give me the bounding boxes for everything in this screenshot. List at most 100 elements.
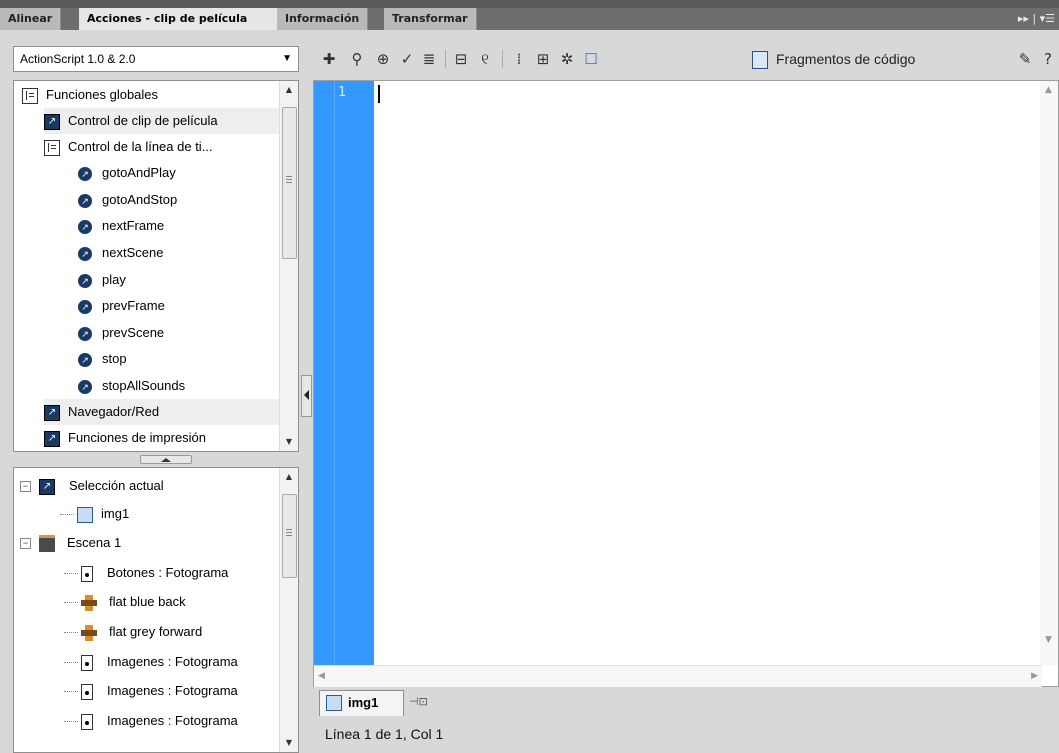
- scroll-thumb[interactable]: [282, 107, 297, 259]
- panel-menu-icon[interactable]: ▸▸ | ▾☰: [1018, 8, 1055, 30]
- check-syntax-icon[interactable]: ✓: [396, 48, 418, 70]
- tab-transformar[interactable]: Transformar: [384, 8, 477, 30]
- tab-bar-top-strip: [0, 0, 1059, 8]
- toolbox-item-gotoandplay[interactable]: ↗ gotoAndPlay: [78, 160, 176, 186]
- pane-splitter-handle[interactable]: [140, 455, 192, 464]
- collapse-between-braces-icon[interactable]: ⁞: [508, 48, 530, 70]
- gutter-edge: [334, 81, 335, 665]
- toolbox-item-play[interactable]: ↗ play: [78, 267, 126, 293]
- collapse-left-pane-button[interactable]: [301, 375, 312, 417]
- auto-format-icon[interactable]: ≣: [418, 48, 440, 70]
- toolbox-item-gotoandstop[interactable]: ↗ gotoAndStop: [78, 187, 177, 213]
- grip-icon: [286, 529, 292, 530]
- scroll-up-icon[interactable]: ▲: [280, 470, 298, 484]
- scroll-down-icon[interactable]: ▼: [280, 435, 298, 449]
- frame-icon: [81, 713, 93, 730]
- action-icon: ↗: [78, 273, 92, 288]
- nav-item-label: Selección actual: [69, 478, 164, 493]
- action-icon: ↗: [78, 193, 92, 208]
- tab-alinear[interactable]: Alinear: [0, 8, 62, 30]
- collapse-selection-icon[interactable]: ⊞: [532, 48, 554, 70]
- toolbox-item-nextscene[interactable]: ↗ nextScene: [78, 240, 163, 266]
- editor-horizontal-scrollbar[interactable]: ◀ ▶: [314, 665, 1042, 687]
- toolbox-item-nextframe[interactable]: ↗ nextFrame: [78, 213, 164, 239]
- status-bar: Línea 1 de 1, Col 1: [325, 726, 444, 742]
- tree-connector: [64, 573, 78, 575]
- nav-item-imagenes-2[interactable]: Imagenes : Fotograma: [64, 678, 238, 704]
- find-icon[interactable]: ⚲: [346, 48, 368, 70]
- book-icon: [44, 139, 60, 156]
- apply-block-comment-icon[interactable]: ☐: [580, 48, 602, 70]
- toolbox-item-label: stop: [102, 351, 127, 366]
- scroll-left-icon[interactable]: ◀: [318, 671, 325, 681]
- action-folder-icon: ↗: [44, 404, 60, 421]
- toolbox-item-prevframe[interactable]: ↗ prevFrame: [78, 293, 165, 319]
- current-selection-icon: ↗: [39, 478, 55, 495]
- navigator-scrollbar[interactable]: ▲ ▼: [279, 468, 298, 752]
- frame-icon: [81, 565, 93, 582]
- toolbox-item-label: Control de la línea de ti...: [68, 139, 213, 154]
- code-snippets-label: Fragmentos de código: [776, 51, 916, 67]
- toolbox-scrollbar[interactable]: ▲ ▼: [279, 81, 298, 451]
- tab-acciones[interactable]: Acciones - clip de película: [79, 8, 294, 30]
- button-symbol-icon: [81, 594, 97, 611]
- scroll-down-icon[interactable]: ▼: [280, 736, 298, 750]
- toolbox-item-label: play: [102, 272, 126, 287]
- action-icon: ↗: [78, 352, 92, 367]
- line-number: 1: [338, 85, 346, 100]
- toolbox-item-label: prevScene: [102, 325, 165, 340]
- toolbox-item-prevscene[interactable]: ↗ prevScene: [78, 320, 164, 346]
- toolbox-item-control-linea[interactable]: Control de la línea de ti...: [44, 134, 213, 160]
- expand-all-icon[interactable]: ✲: [556, 48, 578, 70]
- scroll-thumb[interactable]: [282, 494, 297, 578]
- toolbox-item-stopallsounds[interactable]: ↗ stopAllSounds: [78, 373, 185, 399]
- add-statement-icon[interactable]: ✚: [318, 48, 340, 70]
- pin-script-icon[interactable]: ⊣⊡: [409, 696, 428, 708]
- nav-item-flat-blue-back[interactable]: flat blue back: [64, 589, 186, 615]
- scroll-down-icon[interactable]: ▼: [1045, 635, 1052, 645]
- action-icon: ↗: [78, 219, 92, 234]
- nav-item-img1[interactable]: img1: [60, 501, 129, 527]
- code-snippets-button[interactable]: Fragmentos de código: [752, 46, 915, 72]
- script-assist-icon[interactable]: ✎: [1014, 48, 1036, 70]
- nav-item-botones[interactable]: Botones : Fotograma: [64, 560, 228, 586]
- nav-item-label: img1: [101, 506, 130, 521]
- toolbox-item-label: Navegador/Red: [68, 404, 160, 419]
- nav-item-escena-1[interactable]: − Escena 1: [20, 530, 121, 556]
- insert-target-path-icon[interactable]: ⊕: [372, 48, 394, 70]
- scroll-right-icon[interactable]: ▶: [1031, 671, 1038, 681]
- chevron-down-icon: ▼: [282, 53, 292, 64]
- nav-item-imagenes-1[interactable]: Imagenes : Fotograma: [64, 649, 238, 675]
- tree-connector: [64, 691, 78, 693]
- scroll-up-icon[interactable]: ▲: [280, 83, 298, 97]
- toolbox-item-stop[interactable]: ↗ stop: [78, 346, 127, 372]
- movieclip-icon: [77, 506, 93, 523]
- editor-vertical-scrollbar[interactable]: ▲ ▼: [1040, 81, 1058, 665]
- script-tab-img1[interactable]: img1: [319, 690, 404, 716]
- language-select[interactable]: ActionScript 1.0 & 2.0 ▼: [13, 46, 299, 72]
- script-editor[interactable]: 1 ▲ ▼ ◀ ▶: [313, 80, 1059, 687]
- nav-item-label: Imagenes : Fotograma: [107, 713, 238, 728]
- scroll-up-icon[interactable]: ▲: [1045, 85, 1052, 95]
- help-icon[interactable]: ?: [1037, 48, 1059, 70]
- show-code-hint-icon[interactable]: ⊟: [450, 48, 472, 70]
- debug-options-icon[interactable]: ୧: [474, 48, 496, 70]
- nav-item-seleccion-actual[interactable]: − ↗ Selección actual: [20, 473, 164, 499]
- toolbox-item-label: gotoAndPlay: [102, 165, 176, 180]
- action-icon: ↗: [78, 246, 92, 261]
- toolbox-item-control-clip[interactable]: ↗ Control de clip de película: [44, 108, 282, 134]
- toolbox-item-funciones-impresion[interactable]: ↗ Funciones de impresión: [44, 425, 206, 451]
- panel-tab-bar: Alinear Acciones - clip de película Info…: [0, 0, 1059, 30]
- collapse-icon[interactable]: −: [20, 481, 31, 493]
- toolbox-item-label: Funciones globales: [46, 87, 159, 102]
- frame-icon: [81, 683, 93, 700]
- nav-item-flat-grey-forward[interactable]: flat grey forward: [64, 619, 202, 645]
- tab-informacion[interactable]: Información: [277, 8, 369, 30]
- nav-item-imagenes-3[interactable]: Imagenes : Fotograma: [64, 708, 238, 734]
- language-select-value: ActionScript 1.0 & 2.0: [20, 52, 136, 66]
- collapse-icon[interactable]: −: [20, 538, 31, 550]
- toolbox-item-navegador-red[interactable]: ↗ Navegador/Red: [44, 399, 282, 425]
- script-tab-label: img1: [348, 695, 379, 710]
- toolbox-item-label: nextFrame: [102, 218, 165, 233]
- toolbox-item-funciones-globales[interactable]: Funciones globales: [22, 82, 158, 108]
